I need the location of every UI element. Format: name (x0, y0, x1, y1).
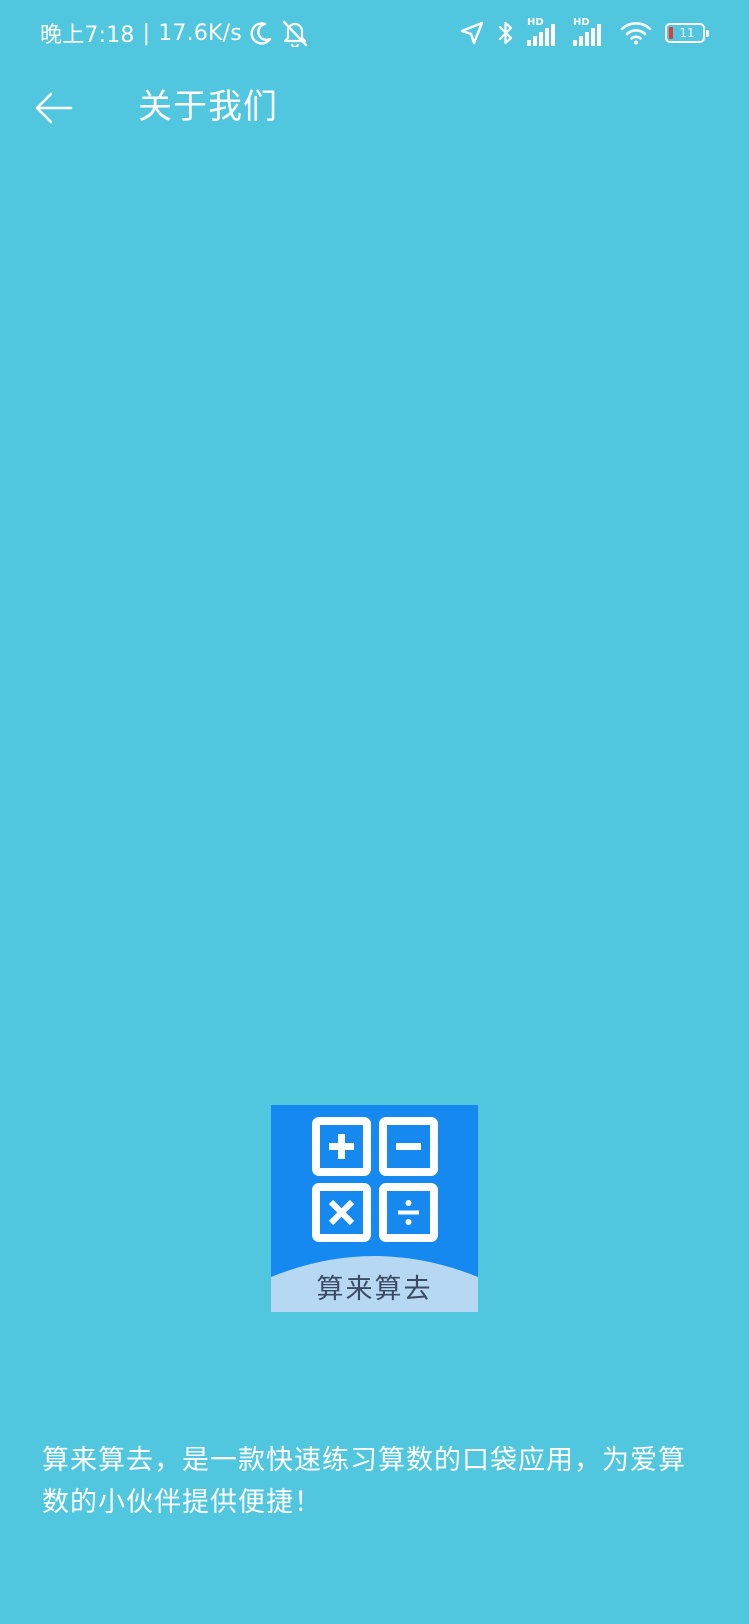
app-logo: 算来算去 (271, 1105, 478, 1312)
battery-fill (669, 27, 673, 39)
battery-nub (706, 30, 709, 37)
battery-level: 11 (679, 26, 695, 40)
back-button[interactable] (26, 80, 82, 136)
wifi-icon (620, 22, 652, 45)
signal-sim2-icon: HD (573, 18, 607, 48)
battery-icon: 11 (665, 23, 709, 43)
bell-off-icon (282, 20, 308, 47)
status-bar: 晚上7:18 | 17.6K/s HD HD 11 (0, 0, 749, 68)
status-right: HD HD 11 (459, 16, 709, 50)
logo-label: 算来算去 (316, 1274, 433, 1305)
signal-sim1-icon: HD (527, 18, 561, 48)
about-description: 算来算去，是一款快速练习算数的口袋应用，为爱算数的小伙伴提供便捷！ (42, 1445, 686, 1518)
network-speed: 17.6K/s (158, 20, 242, 46)
status-separator: | (142, 20, 151, 46)
status-left: 晚上7:18 | 17.6K/s (40, 18, 310, 48)
status-time: 晚上7:18 (40, 23, 135, 48)
app-bar: 关于我们 (0, 70, 749, 146)
page-title: 关于我们 (138, 87, 278, 127)
bluetooth-icon (498, 21, 513, 45)
moon-icon (250, 22, 272, 45)
location-arrow-icon (460, 21, 484, 45)
arrow-left-icon (35, 92, 73, 124)
